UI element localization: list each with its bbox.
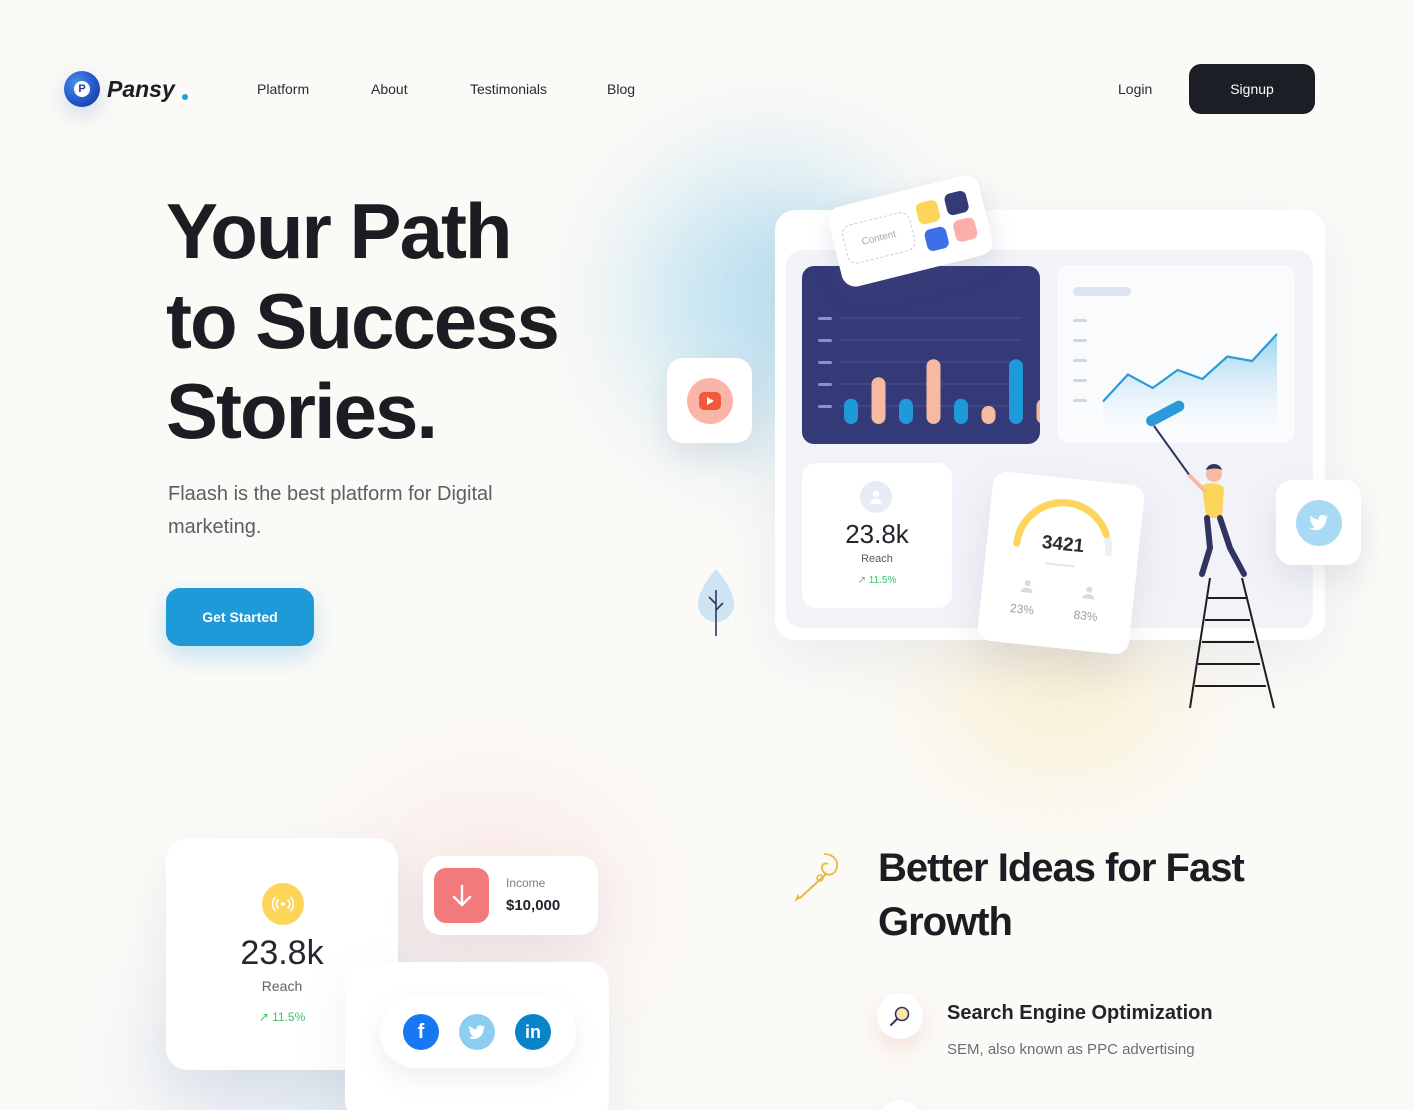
hero-title-line-3: Stories. [166,367,438,455]
illustration-bar [1009,359,1023,424]
illustration-bar [899,398,913,424]
gauge-card: 3421 23% 83% [976,470,1146,656]
features-title-line-2: Growth [878,900,1013,944]
trend-up-icon: ↗ [857,575,866,586]
feature-title: Search Engine Optimization [947,1002,1213,1024]
trend-up-icon: ↗ [258,1010,269,1024]
hero-title: Your Path to Success Stories. [166,186,560,456]
tile-yellow [914,198,942,226]
get-started-button[interactable]: Get Started [166,588,314,646]
reach-change: ↗ 11.5% [857,575,897,586]
nav-item-about[interactable]: About [371,81,408,97]
features-title: Better Ideas for Fast Growth [878,841,1245,949]
user-icon [860,481,892,513]
tile-blue [923,225,951,253]
user-icon-right [1082,586,1095,600]
gauge-left-percent: 23% [1009,600,1035,618]
nav-item-testimonials[interactable]: Testimonials [470,81,547,97]
facebook-icon[interactable]: f [403,1014,439,1050]
bar-chart-panel [802,266,1051,444]
magnifier-icon [890,1006,910,1026]
social-card: f in [345,962,609,1110]
user-icon-left [1020,580,1033,594]
hero-title-line-1: Your Path [166,187,513,275]
twitter-icon[interactable] [459,1014,495,1050]
signup-button[interactable]: Signup [1189,64,1315,114]
bar-chart-graphic [818,317,1051,424]
play-icon [698,391,721,410]
illustration-bar [844,398,858,424]
signal-icon [262,883,304,925]
linkedin-icon[interactable]: in [515,1014,551,1050]
brand-name[interactable]: Pansy [107,76,175,103]
gauge-right-percent: 83% [1072,607,1099,625]
ladder-icon [1189,577,1275,709]
reach-card-small: 23.8k Reach ↗ 11.5% [802,463,952,608]
tile-pink [951,216,979,244]
login-link[interactable]: Login [1118,81,1152,97]
twitter-icon [1295,499,1342,546]
reach-value: 23.8k [845,519,909,549]
income-value: $10,000 [506,897,561,914]
arrow-down-icon [434,868,489,923]
feature-description: SEM, also known as PPC advertising [947,1041,1195,1058]
illustration-bar [871,377,886,424]
brand-dot [182,94,188,100]
play-card [667,358,752,443]
social-links: f in [380,996,576,1068]
logo-icon[interactable]: P [64,71,100,107]
features-title-line-1: Better Ideas for Fast [878,846,1245,890]
illustration-bar [1036,398,1051,424]
reach-label: Reach [861,553,893,565]
paint-roller-icon [1146,400,1191,477]
person-figure [1188,464,1247,577]
illustration-bar [981,406,996,424]
idea-brush-icon [794,853,839,902]
painter-illustration [1146,400,1275,709]
hero-subtitle: Flaash is the best platform for Digital … [168,483,493,538]
hero-title-line-2: to Success [166,277,560,365]
income-label: Income [506,876,546,890]
feature-icon-next [877,1100,923,1110]
illustration-bar [926,359,941,424]
income-card: Income $10,000 [423,856,598,935]
illustration-bar [954,398,968,424]
nav-item-blog[interactable]: Blog [607,81,635,97]
nav-item-platform[interactable]: Platform [257,81,309,97]
seo-icon [877,993,923,1039]
content-label: Content [839,210,918,266]
tile-navy [943,189,970,217]
tree-icon [698,569,734,636]
